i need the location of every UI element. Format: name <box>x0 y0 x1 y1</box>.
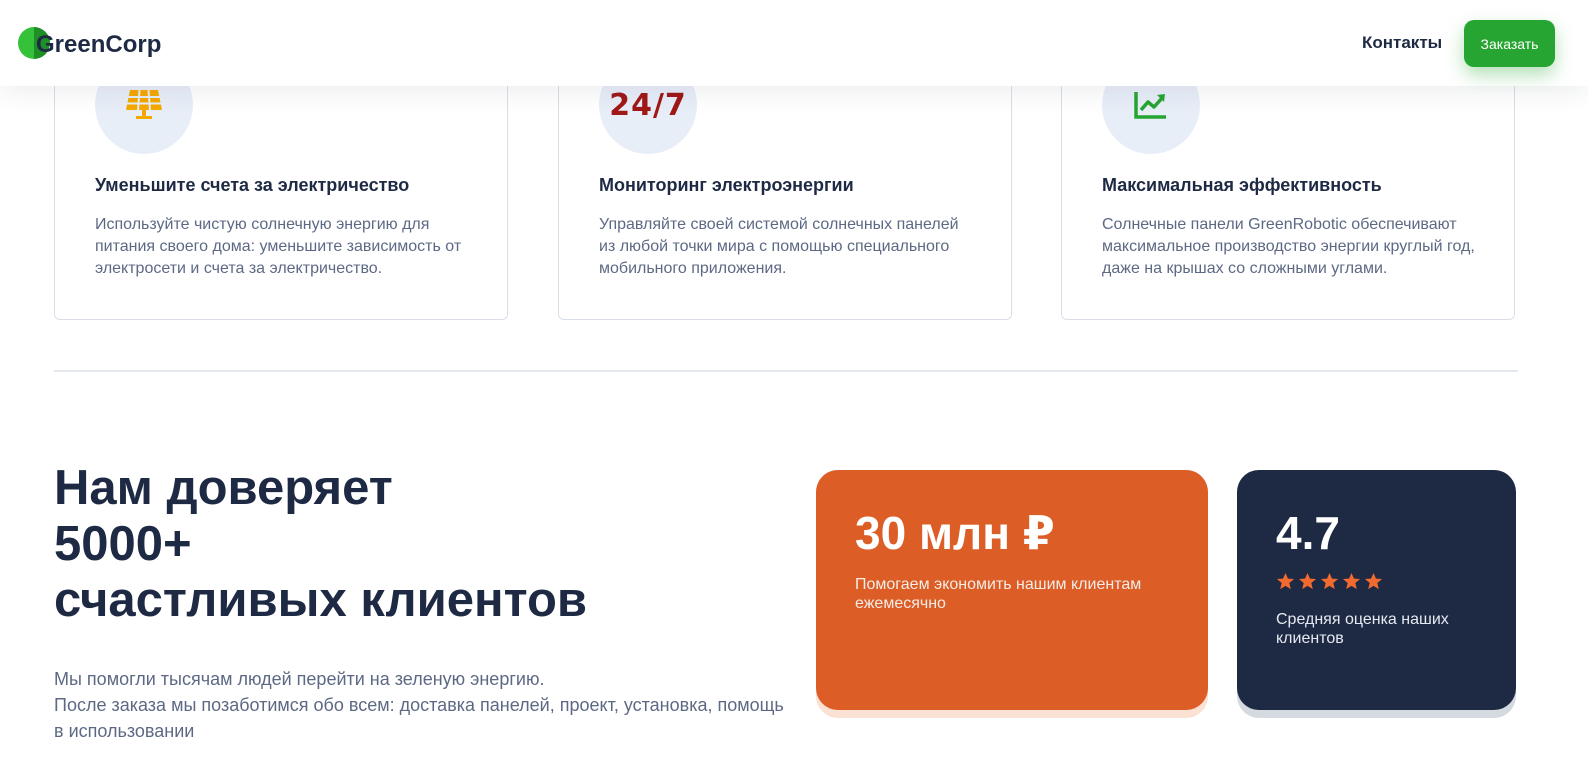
star-icon <box>1298 572 1317 590</box>
star-icon <box>1342 572 1361 590</box>
rating-value: 4.7 <box>1276 507 1340 559</box>
savings-stat-card: 30 млн ₽ Помогаем экономить нашим клиент… <box>816 470 1208 710</box>
trust-heading: Нам доверяет 5000+ счастливых клиентов <box>54 460 794 628</box>
feature-title: Мониторинг электроэнергии <box>599 175 854 195</box>
rating-caption: Средняя оценка наших клиентов <box>1276 611 1449 647</box>
order-button[interactable]: Заказать <box>1464 20 1555 67</box>
trust-text-line: После заказа мы позаботимся обо всем: до… <box>54 695 784 715</box>
rating-stars <box>1276 572 1383 591</box>
trust-text-line: Мы помогли тысячам людей перейти на зеле… <box>54 669 545 689</box>
chart-line-icon <box>1134 92 1166 119</box>
site-header: GreenCorp Контакты Заказать <box>0 0 1588 86</box>
savings-caption: Помогаем экономить нашим клиентам ежемес… <box>855 576 1142 612</box>
trust-description: Мы помогли тысячам людей перейти на зеле… <box>54 666 804 744</box>
feature-title: Уменьшите счета за электричество <box>95 175 410 195</box>
feature-description: Управляйте своей системой солнечных пане… <box>599 216 959 277</box>
24-7-icon: 24/7 <box>609 87 687 123</box>
rating-stat-card: 4.7 Средняя оценка наших клиентов <box>1237 470 1516 710</box>
feature-title: Максимальная эффективность <box>1102 175 1382 195</box>
savings-value: 30 млн ₽ <box>855 507 1055 559</box>
feature-description: Используйте чистую солнечную энергию для… <box>95 216 462 277</box>
star-icon <box>1364 572 1383 590</box>
trust-heading-line: 5000+ <box>54 517 192 571</box>
trust-heading-line: счастливых клиентов <box>54 573 587 627</box>
star-icon <box>1320 572 1339 590</box>
solar-panel-icon <box>126 89 162 119</box>
trust-heading-line: Нам доверяет <box>54 461 393 515</box>
section-divider <box>54 370 1518 372</box>
logo[interactable]: GreenCorp <box>18 27 161 59</box>
nav-contacts-link[interactable]: Контакты <box>1362 33 1442 53</box>
star-icon <box>1276 572 1295 590</box>
logo-text: GreenCorp <box>36 31 162 58</box>
trust-text-line: в использовании <box>54 721 195 741</box>
feature-description: Солнечные панели GreenRobotic обеспечива… <box>1102 216 1475 277</box>
